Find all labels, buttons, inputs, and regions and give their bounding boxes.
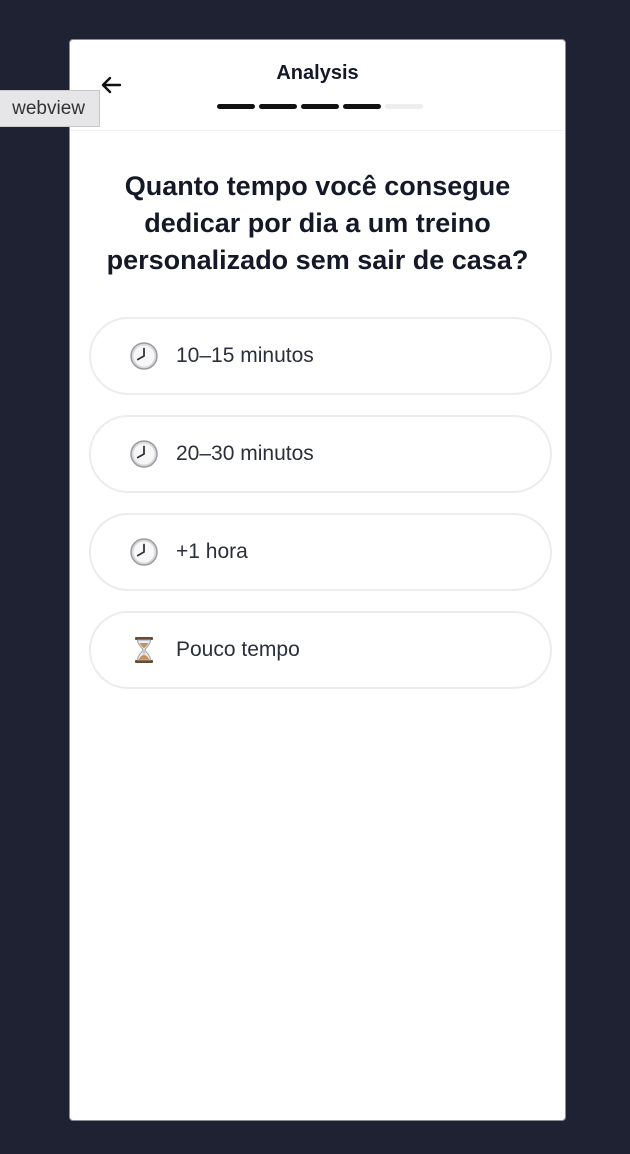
webview-tag: webview <box>0 90 100 127</box>
option-label: 20–30 minutos <box>176 442 314 465</box>
clock-icon <box>129 341 159 371</box>
clock-icon <box>129 537 159 567</box>
progress-segment <box>301 104 339 109</box>
progress-segment <box>259 104 297 109</box>
progress-bar <box>217 104 423 109</box>
question-text: Quanto tempo você consegue dedicar por d… <box>106 171 529 275</box>
option-20-30-minutes[interactable]: 20–30 minutos <box>89 415 552 493</box>
page-title: Analysis <box>276 62 359 84</box>
header: Analysis <box>70 40 565 131</box>
option-label: 10–15 minutos <box>176 344 314 367</box>
option-10-15-minutes[interactable]: 10–15 minutos <box>89 317 552 395</box>
progress-segment <box>217 104 255 109</box>
progress-segment <box>343 104 381 109</box>
option-label: Pouco tempo <box>176 638 300 661</box>
app-screen: Analysis Quanto tempo você consegue dedi… <box>69 39 566 1121</box>
option-little-time[interactable]: Pouco tempo <box>89 611 552 689</box>
progress-segment <box>385 104 423 109</box>
clock-icon <box>129 439 159 469</box>
option-label: +1 hora <box>176 540 248 563</box>
options-list: 10–15 minutos 20–30 minutos +1 hora Pouc… <box>89 317 552 709</box>
hourglass-icon <box>129 635 159 665</box>
option-1-hour[interactable]: +1 hora <box>89 513 552 591</box>
